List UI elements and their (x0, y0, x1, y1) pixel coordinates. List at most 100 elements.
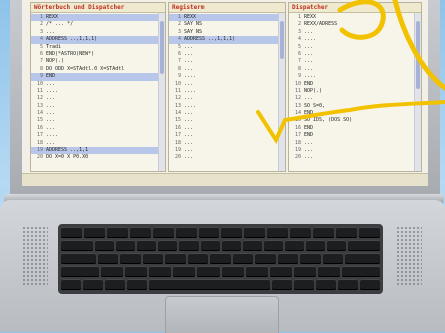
code-line[interactable]: 2 REXX/ADRESS (289, 21, 421, 28)
keyboard-key[interactable] (294, 266, 317, 277)
keyboard-key[interactable] (127, 279, 148, 290)
keyboard-key[interactable] (269, 266, 293, 277)
keyboard-key[interactable] (315, 279, 336, 290)
keyboard-key[interactable] (83, 279, 104, 290)
code-line[interactable]: 12... (31, 95, 165, 102)
keyboard-key[interactable] (142, 253, 164, 264)
keyboard-key[interactable] (187, 253, 209, 264)
code-line[interactable]: 15 SO IDS, (DOS SO) (289, 117, 421, 124)
keyboard-key[interactable] (83, 227, 105, 238)
keyboard-key[interactable] (255, 253, 276, 264)
keyboard-key[interactable] (61, 253, 96, 264)
keyboard-key[interactable] (293, 279, 314, 290)
code-line[interactable]: 18... (31, 140, 165, 147)
keyboard-key[interactable] (336, 227, 357, 238)
keyboard-key[interactable] (305, 240, 325, 251)
code-line[interactable]: 8... (289, 66, 421, 73)
keyboard-key[interactable] (337, 279, 358, 290)
keyboard-key[interactable] (284, 240, 304, 251)
keyboard-key[interactable] (198, 227, 220, 238)
code-line[interactable]: 7 NOP(.) (31, 58, 165, 65)
code-line[interactable]: 11.... (31, 88, 165, 95)
code-line[interactable]: 10... (169, 81, 285, 88)
code-line[interactable]: 2 SAY NS (169, 21, 285, 28)
code-line[interactable]: 5 Tradi (31, 44, 165, 51)
keyboard-key[interactable] (200, 240, 220, 251)
code-line[interactable]: 9 END (31, 73, 165, 81)
keyboard-key[interactable] (210, 253, 231, 264)
trackpad[interactable] (165, 296, 279, 333)
keyboard-key[interactable] (129, 227, 151, 238)
keyboard-key[interactable] (197, 266, 220, 277)
keyboard-key[interactable] (313, 227, 335, 238)
keyboard-key[interactable] (342, 266, 381, 277)
keyboard-key[interactable] (124, 266, 148, 277)
keyboard-key[interactable] (232, 253, 254, 264)
keyboard-key[interactable] (263, 240, 283, 251)
keyboard-key[interactable] (242, 240, 262, 251)
code-line[interactable]: 17 END (289, 132, 421, 139)
keyboard-key[interactable] (152, 227, 174, 238)
code-line[interactable]: 16... (31, 125, 165, 132)
scrollbar-thumb[interactable] (160, 21, 164, 74)
keyboard-key[interactable] (137, 240, 157, 251)
keyboard-key[interactable] (267, 227, 289, 238)
code-line[interactable]: 6... (169, 51, 285, 58)
code-line[interactable]: 3 SAY NS (169, 29, 285, 36)
scrollbar-thumb[interactable] (280, 21, 284, 59)
keyboard-key[interactable] (179, 240, 199, 251)
keyboard-key[interactable] (106, 227, 128, 238)
code-line[interactable]: 4 ADDRESS ..,1,1,1) (169, 36, 285, 44)
keyboard-key[interactable] (61, 227, 82, 238)
keyboard-key[interactable] (173, 266, 196, 277)
keyboard-key[interactable] (116, 240, 136, 251)
code-line[interactable]: 4 ADDRESS ..,1,1,1) (31, 36, 165, 44)
code-line[interactable]: 3... (31, 29, 165, 36)
keyboard-key[interactable] (61, 240, 94, 251)
code-line[interactable]: 18... (169, 140, 285, 147)
code-line[interactable]: 11.... (169, 88, 285, 95)
code-line[interactable]: 20 DO X=0 X P0.X0 (31, 154, 165, 161)
code-line[interactable]: 14... (31, 110, 165, 117)
code-line[interactable]: 20... (169, 154, 285, 161)
keyboard-key[interactable] (244, 227, 266, 238)
keyboard-key[interactable] (326, 240, 346, 251)
code-line[interactable]: 10... (31, 81, 165, 88)
scrollbar-thumb[interactable] (416, 21, 420, 89)
code-line[interactable]: 9.... (289, 73, 421, 80)
scrollbar[interactable] (414, 13, 421, 171)
keyboard-key[interactable] (347, 240, 381, 251)
keyboard-key[interactable] (358, 227, 380, 238)
keyboard-key[interactable] (322, 253, 344, 264)
code-line[interactable]: 15... (31, 117, 165, 124)
code-line[interactable]: 14 END (289, 110, 421, 117)
code-line[interactable]: 17.... (31, 132, 165, 139)
code-line[interactable]: 8 DO ODD X=STAdtl.0 X=STAdtl (31, 66, 165, 73)
code-line[interactable]: 1 REXX (169, 14, 285, 22)
code-line[interactable]: 17... (169, 132, 285, 139)
keyboard[interactable] (58, 224, 383, 294)
code-line[interactable]: 3... (289, 29, 421, 36)
keyboard-key[interactable] (359, 279, 380, 290)
code-line[interactable]: 5... (169, 44, 285, 51)
code-line[interactable]: 1 REXX (289, 14, 421, 21)
keyboard-key[interactable] (61, 266, 99, 277)
keyboard-key[interactable] (61, 279, 82, 290)
keyboard-key[interactable] (95, 240, 115, 251)
code-line[interactable]: 5... (289, 44, 421, 51)
code-line[interactable]: 2/* ... */ (31, 21, 165, 28)
code-line[interactable]: 13.... (169, 103, 285, 110)
code-line[interactable]: 7... (289, 58, 421, 65)
code-line[interactable]: 6 END(*ASTRO(NEW*) (31, 51, 165, 58)
code-line[interactable]: 12... (289, 95, 421, 102)
keyboard-key[interactable] (318, 266, 341, 277)
keyboard-key[interactable] (97, 253, 119, 264)
code-line[interactable]: 19... (169, 147, 285, 154)
keyboard-key[interactable] (221, 227, 243, 238)
code-line[interactable]: 8... (169, 66, 285, 73)
keyboard-key[interactable] (300, 253, 321, 264)
code-line[interactable]: 13... (31, 103, 165, 110)
code-line[interactable]: 6... (289, 51, 421, 58)
keyboard-key[interactable] (345, 253, 380, 264)
keyboard-key[interactable] (245, 266, 268, 277)
